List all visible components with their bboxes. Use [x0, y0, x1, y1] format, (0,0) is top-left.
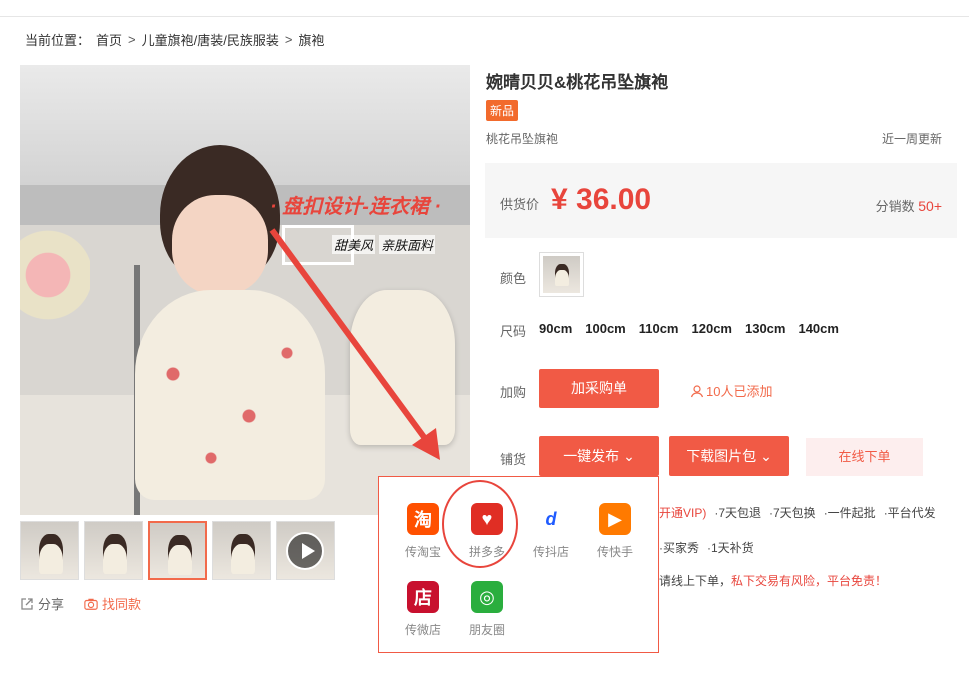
size-option[interactable]: 110cm: [639, 321, 679, 336]
image-dress-inset: [350, 290, 455, 445]
breadcrumb-home[interactable]: 首页: [96, 30, 122, 49]
thumbnail-image: [39, 534, 63, 574]
image-sub-text: 甜美风 亲肤面料: [332, 235, 436, 254]
top-divider: [0, 16, 969, 17]
weidian-icon: 店: [407, 581, 439, 613]
breadcrumb-current[interactable]: 旗袍: [298, 30, 324, 49]
service-tags-line-2: ·买家秀 ·1天补货: [659, 539, 754, 556]
thumbnail[interactable]: [84, 521, 143, 580]
image-flowers: [20, 215, 90, 335]
color-option-image: [543, 256, 580, 293]
thumbnail-image: [231, 534, 255, 574]
thumbnail-active[interactable]: [148, 521, 207, 580]
menu-item-moments[interactable]: ◎ 朋友圈: [457, 581, 517, 638]
added-count: 10人已添加: [690, 381, 772, 400]
size-option[interactable]: 120cm: [692, 321, 732, 336]
service-tag: ·7天包换: [769, 506, 816, 520]
service-tags-line-1: 开通VIP) ·7天包退 ·7天包换 ·一件起批 ·平台代发: [659, 504, 936, 521]
share-button[interactable]: 分享: [20, 594, 64, 613]
product-subtitle: 桃花吊坠旗袍: [486, 132, 559, 146]
menu-item-label: 传抖店: [532, 545, 569, 559]
chevron-down-icon: ⌄: [760, 448, 772, 464]
distribute-label: 铺货: [500, 452, 527, 467]
publish-platform-menu: 淘 传淘宝 ♥ 拼多多 d 传抖店 ▶ 传快手 店 传微店 ◎ 朋友圈: [378, 476, 659, 653]
risk-notice-a: 请线上下单，: [659, 574, 732, 588]
thumbnail-strip: [20, 521, 335, 580]
play-icon: [286, 532, 324, 570]
vip-link[interactable]: 开通VIP): [659, 504, 706, 521]
cart-label: 加购: [500, 385, 527, 400]
price-panel: 供货价 ¥ 36.00 分销数 50+: [485, 163, 957, 238]
image-dress: [135, 290, 325, 500]
risk-notice-b: 私下交易有风险，平台免责！: [731, 574, 888, 588]
thumbnail[interactable]: [20, 521, 79, 580]
user-icon: [690, 384, 704, 397]
menu-item-kuaishou[interactable]: ▶ 传快手: [585, 503, 645, 560]
find-similar-label: 找同款: [102, 597, 142, 612]
breadcrumb-separator: >: [128, 32, 136, 47]
main-product-image[interactable]: · 盘扣设计-连衣裙 · 甜美风 亲肤面料: [20, 65, 470, 515]
risk-notice: 请线上下单，私下交易有风险，平台免责！: [659, 572, 887, 589]
service-tag: ·一件起批: [823, 506, 876, 520]
thumbnail-image: [103, 534, 127, 574]
kuaishou-icon: ▶: [599, 503, 631, 535]
image-sub-text-1: 甜美风: [332, 235, 376, 254]
image-child-face: [172, 195, 268, 295]
highlight-circle: [442, 480, 518, 568]
douyin-store-icon: d: [535, 503, 567, 535]
price-value: ¥ 36.00: [551, 183, 652, 216]
share-actions: 分享 找同款: [20, 594, 141, 613]
image-banner-text: · 盘扣设计-连衣裙 ·: [270, 196, 442, 218]
menu-item-douyin-store[interactable]: d 传抖店: [521, 503, 581, 560]
share-icon: [21, 597, 33, 610]
color-label: 颜色: [500, 271, 527, 286]
download-button-label: 下载图片包: [686, 448, 757, 464]
find-similar-button[interactable]: 找同款: [84, 594, 141, 613]
download-images-button[interactable]: 下载图片包 ⌄: [669, 436, 789, 476]
menu-item-label: 朋友圈: [468, 623, 505, 637]
size-label: 尺码: [500, 324, 527, 339]
size-option[interactable]: 90cm: [539, 321, 572, 336]
camera-icon: [84, 598, 98, 610]
breadcrumb-separator: >: [284, 32, 293, 47]
service-tag: ·1天补货: [707, 541, 754, 555]
update-status: 近一周更新: [881, 132, 942, 146]
thumbnail-video[interactable]: [276, 521, 335, 580]
service-tag: ·买家秀: [659, 541, 699, 555]
price-label: 供货价: [500, 197, 540, 212]
order-online-button[interactable]: 在线下单: [806, 438, 923, 476]
added-count-text: 10人已添加: [706, 384, 773, 399]
one-click-publish-button[interactable]: 一键发布 ⌄: [539, 436, 659, 476]
taobao-icon: 淘: [407, 503, 439, 535]
thumbnail-image: [168, 535, 192, 575]
breadcrumb-prefix: 当前位置：: [25, 33, 91, 48]
service-tag: ·7天包退: [714, 506, 762, 520]
color-option[interactable]: [539, 252, 584, 297]
size-option[interactable]: 130cm: [745, 321, 785, 336]
sold-count: 分销数 50+: [876, 196, 942, 215]
breadcrumb-category[interactable]: 儿童旗袍/唐装/民族服装: [142, 30, 279, 49]
image-sub-text-2: 亲肤面料: [379, 235, 436, 254]
new-badge: 新品: [486, 100, 519, 121]
moments-icon: ◎: [471, 581, 503, 613]
size-options: 90cm 100cm 110cm 120cm 130cm 140cm: [539, 321, 839, 336]
service-tag: ·平台代发: [883, 506, 936, 520]
menu-item-label: 传淘宝: [404, 545, 441, 559]
add-to-purchase-list-button[interactable]: 加采购单: [539, 369, 659, 408]
menu-item-label: 传快手: [596, 545, 633, 559]
chevron-down-icon: ⌄: [623, 448, 635, 464]
thumbnail[interactable]: [212, 521, 271, 580]
product-title: 婉晴贝贝&桃花吊坠旗袍: [486, 73, 669, 92]
publish-button-label: 一键发布: [563, 448, 620, 464]
breadcrumb: 当前位置： 首页 > 儿童旗袍/唐装/民族服装 > 旗袍: [25, 30, 324, 49]
sold-label: 分销数: [875, 199, 915, 214]
size-option[interactable]: 100cm: [585, 321, 625, 336]
sold-value: 50+: [918, 198, 942, 214]
share-label: 分享: [38, 597, 65, 612]
menu-item-weidian[interactable]: 店 传微店: [393, 581, 453, 638]
menu-item-label: 传微店: [404, 623, 441, 637]
size-option[interactable]: 140cm: [798, 321, 838, 336]
